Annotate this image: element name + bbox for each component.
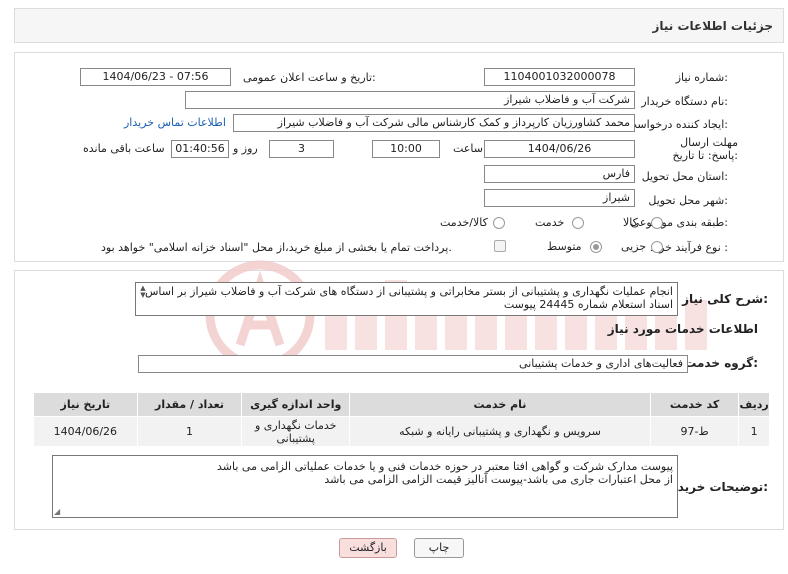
time-label: ساعت <box>453 142 483 155</box>
requester-label: ایجاد کننده درخواست: <box>626 118 728 131</box>
announce-datetime-field: 1404/06/23 - 07:56 <box>80 68 231 86</box>
page-header: جزئیات اطلاعات نیاز <box>14 8 784 43</box>
back-button[interactable]: بازگشت <box>339 538 397 558</box>
city-field: شیراز <box>484 189 635 207</box>
service-group-field: فعالیت‌های اداری و خدمات پشتیبانی <box>138 355 688 373</box>
buyer-org-label: نام دستگاه خریدار: <box>641 95 728 108</box>
table-header-row: ردیف کد خدمت نام خدمت واحد اندازه گیری ت… <box>33 392 770 417</box>
category-label: طبقه بندی موضوعی: <box>630 216 728 229</box>
days-remaining-field: 3 <box>269 140 334 158</box>
category-radio-goods-service[interactable] <box>493 217 505 229</box>
days-label: روز و <box>233 142 258 155</box>
buyer-org-field: شرکت آب و فاضلاب شیراز <box>185 91 635 109</box>
cell-row-number: 1 <box>738 416 770 447</box>
announce-datetime-label: تاریخ و ساعت اعلان عمومی: <box>243 71 376 84</box>
col-service-name: نام خدمت <box>349 392 651 417</box>
cell-unit: خدمات نگهداری و پشتیبانی <box>241 416 351 447</box>
remaining-time-label: ساعت باقی مانده <box>83 142 165 155</box>
cell-quantity: 1 <box>136 416 243 447</box>
cell-need-date: 1404/06/26 <box>33 416 138 447</box>
province-label: استان محل تحویل: <box>641 170 728 183</box>
process-option-medium: متوسط <box>547 240 582 253</box>
city-label: شهر محل تحویل: <box>648 194 728 207</box>
process-radio-medium[interactable] <box>590 241 602 253</box>
service-group-label: گروه خدمت: <box>684 356 758 370</box>
need-number-label: شماره نیاز: <box>675 71 728 84</box>
col-need-date: تاریخ نیاز <box>33 392 138 417</box>
requester-field: محمد کشاورزیان کارپرداز و کمک کارشناس ما… <box>233 114 635 132</box>
remaining-time-field: 01:40:56 <box>171 140 229 158</box>
deadline-time-field: 10:00 <box>372 140 440 158</box>
process-option-minor: جزیی <box>621 240 647 253</box>
description-textarea[interactable]: انجام عملیات نگهداری و پشتیبانی از بستر … <box>135 282 678 316</box>
cell-service-name: سرویس و نگهداری و پشتیبانی رایانه و شبکه <box>349 416 651 447</box>
process-radio-minor[interactable] <box>651 241 663 253</box>
buyer-notes-line-1: پیوست مدارک شرکت و گواهی افتا معتبر در ح… <box>217 460 673 473</box>
buyer-notes-label: توضیحات خریدار: <box>666 480 768 494</box>
category-option-service: خدمت <box>535 216 565 229</box>
deadline-label: مهلت ارسال پاسخ: تا تاریخ: <box>672 136 738 162</box>
buyer-contact-link[interactable]: اطلاعات تماس خریدار <box>124 116 226 129</box>
treasury-payment-checkbox[interactable] <box>494 240 506 252</box>
col-quantity: تعداد / مقدار <box>136 392 243 417</box>
cell-service-code: ط-97 <box>649 416 740 447</box>
scroll-arrows-icon[interactable]: ▲ ▼ <box>138 285 148 299</box>
services-section-title: اطلاعات خدمات مورد نیاز <box>607 322 758 336</box>
treasury-payment-note: پرداخت تمام یا بخشی از مبلغ خرید،از محل … <box>101 241 452 254</box>
category-radio-goods[interactable] <box>651 217 663 229</box>
services-table: ردیف کد خدمت نام خدمت واحد اندازه گیری ت… <box>33 392 770 447</box>
category-option-goods-service: کالا/خدمت <box>440 216 488 229</box>
page-title: جزئیات اطلاعات نیاز <box>652 19 773 33</box>
buyer-notes-textarea[interactable]: پیوست مدارک شرکت و گواهی افتا معتبر در ح… <box>52 455 678 518</box>
print-button[interactable]: چاپ <box>414 538 464 558</box>
resize-grip-icon[interactable]: ◢ <box>54 507 60 516</box>
need-number-field: 1104001032000078 <box>484 68 635 86</box>
deadline-date-field: 1404/06/26 <box>484 140 635 158</box>
province-field: فارس <box>484 165 635 183</box>
col-unit: واحد اندازه گیری <box>241 392 351 417</box>
table-row: 1 ط-97 سرویس و نگهداری و پشتیبانی رایانه… <box>33 416 770 447</box>
buyer-notes-line-2: از محل اعتبارات جاری می باشد-پیوست آنالی… <box>324 473 673 486</box>
category-radio-service[interactable] <box>572 217 584 229</box>
description-label: شرح کلی نیاز: <box>682 292 768 306</box>
category-option-goods: کالا <box>623 216 638 229</box>
col-row-number: ردیف <box>738 392 770 417</box>
col-service-code: کد خدمت <box>649 392 740 417</box>
